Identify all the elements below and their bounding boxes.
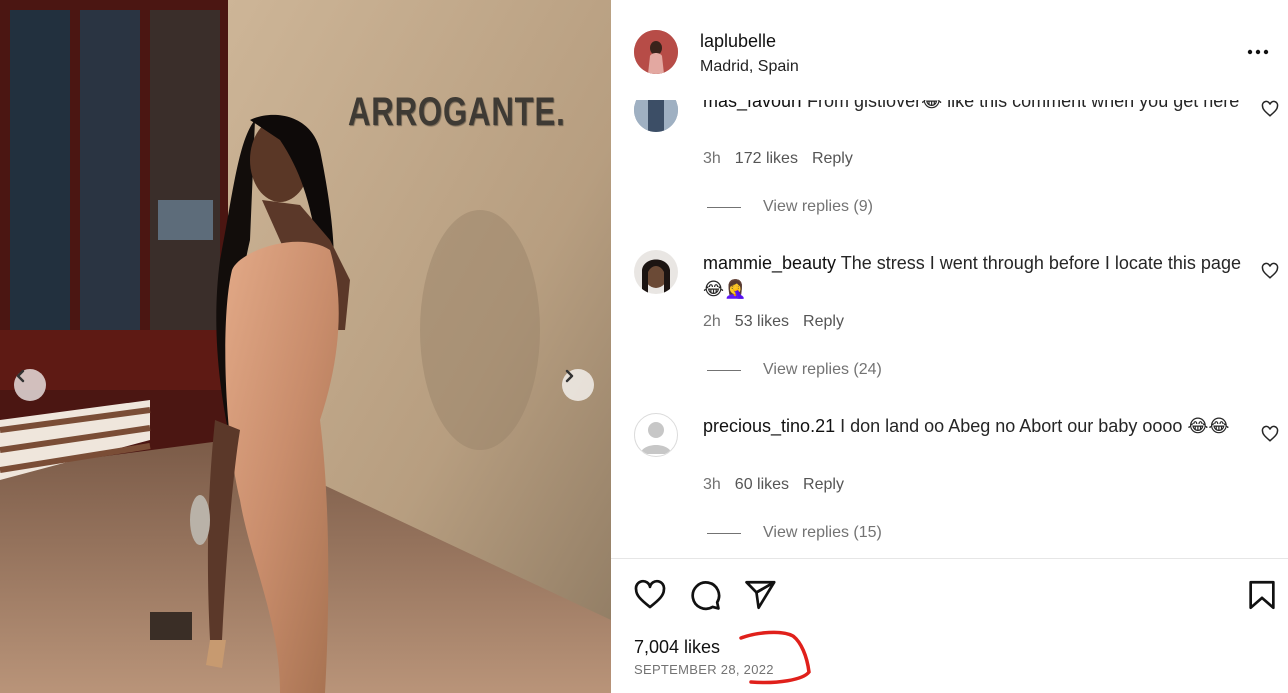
wall-sign-text: ARROGANTE. [348, 90, 566, 134]
comment-username[interactable]: mas_favourI [703, 100, 802, 111]
comment-meta: 2h 53 likes Reply [703, 313, 844, 331]
post-detail-panel: mas_favourI From gistlover😂 like this co… [611, 0, 1288, 693]
chevron-right-icon [565, 369, 574, 383]
comment-age: 2h [703, 313, 721, 330]
carousel-prev-button[interactable] [14, 369, 46, 401]
comment-text: precious_tino.21 I don land oo Abeg no A… [703, 413, 1243, 439]
author-avatar-image [634, 30, 678, 74]
avatar[interactable] [634, 250, 678, 294]
heart-icon[interactable] [1261, 100, 1279, 118]
more-icon[interactable] [1245, 42, 1271, 62]
heart-icon[interactable] [1261, 262, 1279, 280]
avatar-image [634, 100, 678, 132]
view-replies-label: View replies (9) [763, 198, 873, 215]
actions-divider [611, 558, 1288, 559]
divider-line [707, 532, 741, 534]
avatar[interactable] [634, 413, 678, 457]
carousel-next-button[interactable] [562, 369, 594, 401]
author-avatar[interactable] [634, 30, 678, 74]
comment-text: mas_favourI From gistlover😂 like this co… [703, 100, 1243, 114]
divider-line [707, 206, 741, 208]
chevron-left-icon [16, 369, 25, 383]
reply-button[interactable]: Reply [803, 313, 844, 331]
heart-icon[interactable] [1261, 425, 1279, 443]
divider-line [707, 369, 741, 371]
comment-likes[interactable]: 172 likes [735, 150, 798, 168]
avatar[interactable] [634, 100, 678, 132]
comment-body: From gistlover😂 like this comment when y… [802, 100, 1240, 111]
comment-icon[interactable] [688, 578, 722, 612]
default-avatar-icon [640, 422, 672, 454]
reply-button[interactable]: Reply [803, 476, 844, 494]
author-username[interactable]: laplubelle [700, 31, 776, 52]
bookmark-icon[interactable] [1245, 578, 1279, 612]
comment-likes[interactable]: 53 likes [735, 313, 789, 331]
heart-icon[interactable] [633, 578, 667, 612]
avatar-image [634, 250, 678, 294]
comment-body: I don land oo Abeg no Abort our baby ooo… [835, 416, 1230, 436]
comment-meta: 3h 172 likes Reply [703, 150, 853, 168]
comments-list[interactable]: mas_favourI From gistlover😂 like this co… [611, 100, 1288, 558]
comment-meta: 3h 60 likes Reply [703, 476, 844, 494]
post-location[interactable]: Madrid, Spain [700, 58, 799, 76]
view-replies-button[interactable]: View replies (24) [707, 361, 882, 379]
comment-text: mammie_beauty The stress I went through … [703, 250, 1243, 302]
share-icon[interactable] [743, 578, 777, 612]
post-header: laplubelle Madrid, Spain [611, 0, 1288, 100]
comment-username[interactable]: mammie_beauty [703, 253, 836, 273]
view-replies-button[interactable]: View replies (9) [707, 198, 873, 216]
comment-username[interactable]: precious_tino.21 [703, 416, 835, 436]
red-annotation-mark [739, 630, 811, 685]
comment-likes[interactable]: 60 likes [735, 476, 789, 494]
view-replies-label: View replies (24) [763, 361, 882, 378]
reply-button[interactable]: Reply [812, 150, 853, 168]
comment-age: 3h [703, 476, 721, 493]
view-replies-label: View replies (15) [763, 524, 882, 541]
post-photo: ARROGANTE. [0, 0, 611, 693]
comment-age: 3h [703, 150, 721, 167]
post-likes-count[interactable]: 7,004 likes [634, 637, 720, 658]
view-replies-button[interactable]: View replies (15) [707, 524, 882, 542]
